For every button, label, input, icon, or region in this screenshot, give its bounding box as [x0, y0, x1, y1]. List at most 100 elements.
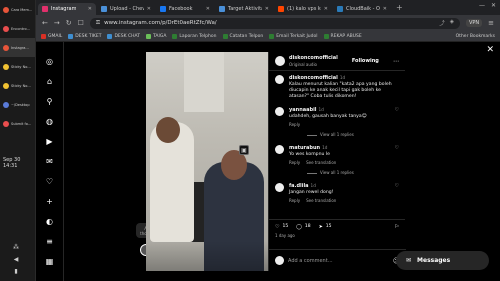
share-icon[interactable]: ⤴ — [439, 19, 445, 27]
post-side-panel: diskoncomofficial Original audio Followi… — [268, 52, 406, 271]
browser-tab[interactable]: Facebook ✕ — [156, 3, 214, 15]
more-options-icon[interactable]: ⋯ — [393, 58, 399, 65]
close-tab-icon[interactable]: ✕ — [265, 6, 269, 12]
commenter-username[interactable]: fa.dlila — [289, 183, 309, 189]
back-icon[interactable]: ← — [42, 19, 48, 27]
profile-icon[interactable]: ◐ — [45, 216, 55, 226]
image-options-icon[interactable]: ▣ — [239, 145, 249, 155]
browser-tab[interactable]: CloudBaik - Open✕ — [333, 3, 391, 15]
comment-like-icon[interactable]: ♡ — [395, 107, 399, 138]
menu-icon[interactable]: ≡ — [488, 19, 494, 27]
bookmark-item[interactable]: Catatan Telpon — [222, 33, 263, 39]
comment-like-icon[interactable]: ♡ — [395, 183, 399, 204]
post-image[interactable] — [146, 52, 268, 271]
see-translation-link[interactable]: See translation — [306, 160, 336, 166]
close-icon[interactable]: ✕ — [491, 2, 496, 9]
volume-icon[interactable]: ◀ — [14, 256, 19, 263]
taskbar-window[interactable]: Cara Mem… — [0, 0, 35, 19]
bookmark-item[interactable]: REKAP ABUSE — [323, 33, 362, 39]
close-tab-icon[interactable]: ✕ — [324, 6, 328, 12]
taskbar-window[interactable]: Instagra… — [0, 38, 35, 57]
bookmark-item[interactable]: Email Terkait Judol — [269, 33, 318, 39]
commenter-avatar[interactable] — [275, 183, 284, 192]
browser-tab[interactable]: Target Aktivitas✕ — [215, 3, 273, 15]
comment-text: Yo wes kompnu le — [289, 152, 330, 157]
comment-input[interactable]: Add a comment… — [288, 258, 333, 264]
close-tab-icon[interactable]: ✕ — [383, 6, 387, 12]
taskbar-window[interactable]: Encontro… — [0, 19, 35, 38]
bookmark-item[interactable]: DESK CHAT — [107, 33, 141, 39]
bookmark-icon[interactable]: ☐ — [78, 19, 84, 27]
close-tab-icon[interactable]: ✕ — [206, 6, 210, 12]
taskbar-window[interactable]: Submit fo… — [0, 114, 35, 133]
browser-tab[interactable]: Instagram ✕ — [38, 3, 96, 15]
share-icon[interactable]: ➤ — [319, 224, 323, 230]
like-icon[interactable]: ♡ — [275, 224, 279, 230]
new-tab-button[interactable]: + — [392, 3, 407, 12]
close-tab-icon[interactable]: ✕ — [88, 6, 92, 12]
lock-icon: ⚿ — [95, 19, 101, 26]
bookmark-item[interactable]: DESK TIKET — [68, 33, 101, 39]
battery-icon[interactable]: ▮ — [14, 268, 17, 275]
commenter-avatar[interactable] — [275, 145, 284, 154]
see-translation-link[interactable]: See translation — [306, 198, 336, 204]
bookmark-item[interactable]: TAIGA — [146, 33, 166, 39]
home-icon[interactable]: ⌂ — [45, 76, 55, 86]
create-icon[interactable]: + — [45, 196, 55, 206]
other-bookmarks[interactable]: Other Bookmarks — [456, 34, 495, 39]
bookmark-item[interactable]: Laporan Telphon — [172, 33, 217, 39]
explore-icon[interactable]: ◍ — [45, 116, 55, 126]
view-replies-link[interactable]: View all 1 replies — [307, 170, 390, 176]
comment-text: Kalau menurut kalian "kata2 apa yang bol… — [289, 82, 392, 99]
brave-shield-icon[interactable]: ◈ — [450, 19, 454, 27]
close-post-icon[interactable]: ✕ — [486, 45, 494, 55]
commenter-avatar[interactable] — [275, 75, 284, 84]
close-tab-icon[interactable]: ✕ — [147, 6, 151, 12]
favicon-icon — [42, 6, 48, 12]
browser-tab[interactable]: (1) kalo vps kebo✕ — [274, 3, 332, 15]
app-icon — [3, 101, 9, 108]
commenter-username[interactable]: maturabun — [289, 145, 320, 151]
instagram-icon[interactable]: ◎ — [45, 56, 55, 66]
messenger-icon[interactable]: ✉ — [45, 156, 55, 166]
browser-tab[interactable]: Upload - Chevero✕ — [97, 3, 155, 15]
post-author-username[interactable]: diskoncomofficial — [289, 55, 338, 61]
address-bar[interactable]: ⚿ www.instagram.com/p/DrEt0aeRtZfc/Wa/ ⤴… — [89, 17, 460, 29]
tab-bar: Instagram✕Upload - Chevero✕Facebook✕Targ… — [36, 0, 500, 15]
heart-icon[interactable]: ♡ — [45, 176, 55, 186]
commenter-username[interactable]: diskoncomofficial — [289, 75, 338, 81]
following-button[interactable]: Following — [352, 58, 379, 64]
search-icon[interactable]: ⚲ — [45, 96, 55, 106]
comment-count: 18 — [304, 224, 311, 229]
reload-icon[interactable]: ↻ — [66, 19, 72, 27]
commenter-avatar[interactable] — [275, 107, 284, 116]
comment-like-icon[interactable]: ♡ — [395, 145, 399, 176]
comment-item: diskoncomofficial 1d Kalau menurut kalian … — [275, 75, 399, 100]
bookmark-item[interactable]: GMAIL — [41, 33, 62, 39]
reply-button[interactable]: Reply — [289, 198, 300, 204]
view-replies-link[interactable]: View all 1 replies — [307, 132, 390, 138]
post-author-avatar[interactable] — [275, 56, 285, 66]
commenter-username[interactable]: yannaabil — [289, 107, 317, 113]
comment-item: fa.dlila 1d Jangan rewel dong! Reply See tra… — [275, 183, 399, 204]
share-count: 15 — [325, 224, 332, 229]
bookmark-favicon-icon — [222, 33, 228, 39]
reply-button[interactable]: Reply — [289, 122, 300, 128]
audio-label[interactable]: Original audio — [289, 62, 338, 67]
reply-button[interactable]: Reply — [289, 160, 300, 166]
reels-icon[interactable]: ▶ — [45, 136, 55, 146]
forward-icon[interactable]: → — [54, 19, 60, 27]
taskbar-window[interactable]: Sticky No… — [0, 76, 35, 95]
vpn-button[interactable]: VPN — [465, 19, 483, 27]
network-icon[interactable]: ⁂ — [13, 244, 19, 251]
save-icon[interactable]: ⚐ — [395, 224, 399, 230]
taskbar-window[interactable]: ~/Desktop — [0, 95, 35, 114]
comment-text: udahdeh, gausah banyak tanya😊 — [289, 114, 367, 119]
minimize-icon[interactable]: — — [479, 2, 485, 9]
messages-button[interactable]: ✉ Messages — [396, 251, 489, 270]
bookmark-label: DESK CHAT — [114, 33, 141, 39]
menu-icon[interactable]: ≡ — [45, 236, 55, 246]
grid-icon[interactable]: ▦ — [45, 256, 55, 266]
comment-icon[interactable]: ◯ — [296, 224, 302, 230]
taskbar-window[interactable]: Sticky No… — [0, 57, 35, 76]
